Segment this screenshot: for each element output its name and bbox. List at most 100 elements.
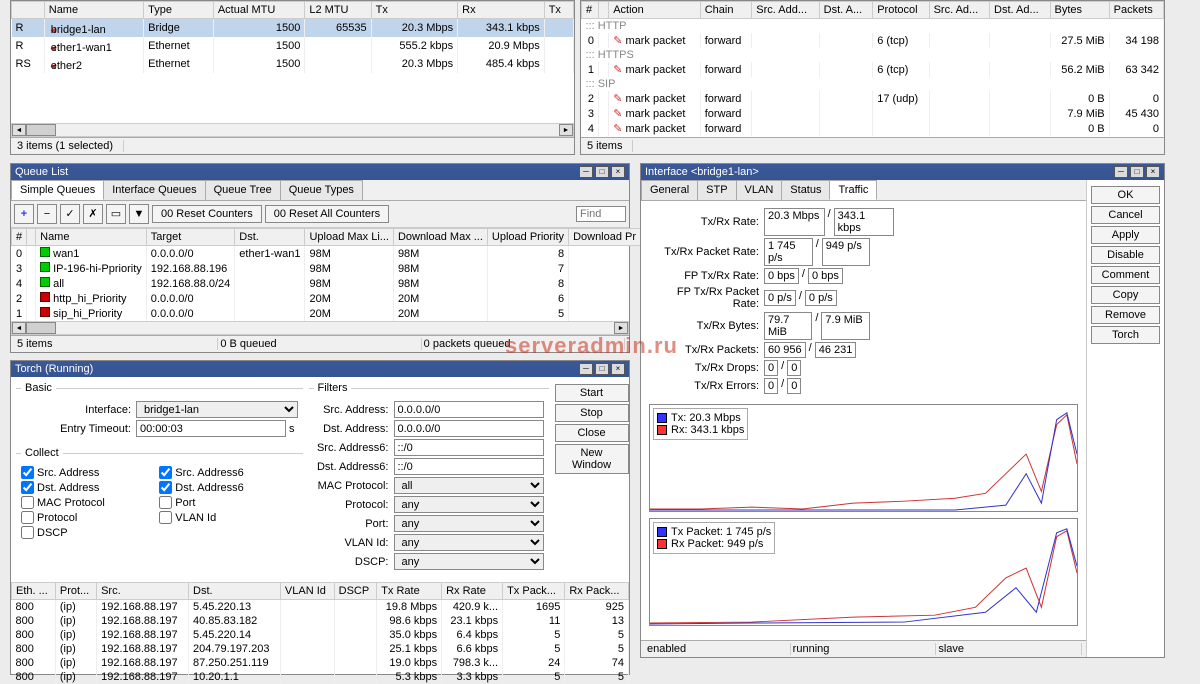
column-header[interactable]: Dst. A... xyxy=(819,2,873,19)
chk-dst-address6[interactable] xyxy=(159,481,172,494)
mangle-row[interactable]: 4✎ mark packetforward0 B0 xyxy=(582,121,1164,136)
maximize-icon[interactable]: □ xyxy=(595,166,609,178)
tab-status[interactable]: Status xyxy=(781,180,830,200)
tab-queue-tree[interactable]: Queue Tree xyxy=(205,180,281,200)
maximize-icon[interactable]: □ xyxy=(1130,166,1144,178)
close-icon[interactable]: × xyxy=(611,166,625,178)
column-header[interactable]: Tx Pack... xyxy=(503,583,565,600)
interfaces-hscroll[interactable]: ◄► xyxy=(11,123,574,137)
chk-port[interactable] xyxy=(159,496,172,509)
chk-dscp[interactable] xyxy=(21,526,34,539)
queue-hscroll[interactable]: ◄► xyxy=(11,321,629,335)
column-header[interactable]: Name xyxy=(36,229,147,246)
torch-row[interactable]: 800(ip)192.168.88.1975.45.220.1435.0 kbp… xyxy=(12,628,629,642)
interface-row[interactable]: RSether2Ethernet150020.3 Mbps485.4 kbps xyxy=(12,55,574,73)
torch-interface-select[interactable]: bridge1-lan xyxy=(136,401,298,418)
column-header[interactable]: Upload Priority xyxy=(487,229,568,246)
column-header[interactable]: L2 MTU xyxy=(305,2,371,19)
torch-row[interactable]: 800(ip)192.168.88.19787.250.251.11919.0 … xyxy=(12,656,629,670)
torch-start-button[interactable]: Start xyxy=(555,384,629,402)
mangle-group-header[interactable]: ::: HTTPS xyxy=(582,48,1164,62)
column-header[interactable] xyxy=(12,2,45,19)
add-button[interactable]: + xyxy=(14,204,34,224)
column-header[interactable]: Dst. xyxy=(189,583,281,600)
tab-queue-types[interactable]: Queue Types xyxy=(280,180,363,200)
remove-button[interactable]: Remove xyxy=(1091,306,1160,324)
column-header[interactable]: Rx Rate xyxy=(442,583,503,600)
column-header[interactable]: Name xyxy=(44,2,143,19)
find-input[interactable] xyxy=(576,206,626,222)
column-header[interactable] xyxy=(599,2,609,19)
mangle-group-header[interactable]: ::: SIP xyxy=(582,77,1164,91)
torch-titlebar[interactable]: Torch (Running) ─□× xyxy=(11,361,629,377)
queue-titlebar[interactable]: Queue List ─□× xyxy=(11,164,629,180)
column-header[interactable]: # xyxy=(582,2,599,19)
column-header[interactable]: Packets xyxy=(1109,2,1163,19)
tab-traffic[interactable]: Traffic xyxy=(829,180,877,200)
torch-close-button[interactable]: Close xyxy=(555,424,629,442)
column-header[interactable]: Eth. ... xyxy=(12,583,56,600)
protocol-select[interactable]: any xyxy=(394,496,544,513)
column-header[interactable]: Rx xyxy=(458,2,545,19)
dst-address6-input[interactable] xyxy=(394,458,544,475)
vlan-select[interactable]: any xyxy=(394,534,544,551)
dst-address-input[interactable] xyxy=(394,420,544,437)
column-header[interactable]: Tx Rate xyxy=(377,583,442,600)
mangle-row[interactable]: 2✎ mark packetforward17 (udp)0 B0 xyxy=(582,91,1164,106)
interface-titlebar[interactable]: Interface <bridge1-lan> ─□× xyxy=(641,164,1164,180)
torch-row[interactable]: 800(ip)192.168.88.19710.20.1.15.3 kbps3.… xyxy=(12,670,629,684)
column-header[interactable]: Rx Pack... xyxy=(565,583,629,600)
mangle-group-header[interactable]: ::: HTTP xyxy=(582,19,1164,34)
column-header[interactable]: Target xyxy=(146,229,235,246)
column-header[interactable]: # xyxy=(12,229,27,246)
column-header[interactable]: Download Pr xyxy=(569,229,641,246)
queue-row[interactable]: 0wan10.0.0.0/0ether1-wan198M98M8 xyxy=(12,246,641,262)
torch-stop-button[interactable]: Stop xyxy=(555,404,629,422)
chk-dst-address[interactable] xyxy=(21,481,34,494)
disable-button[interactable]: ✗ xyxy=(83,204,103,224)
ok-button[interactable]: OK xyxy=(1091,186,1160,204)
dscp-select[interactable]: any xyxy=(394,553,544,570)
column-header[interactable]: Src. Ad... xyxy=(929,2,989,19)
chk-vlan[interactable] xyxy=(159,511,172,524)
column-header[interactable] xyxy=(27,229,36,246)
chk-src-address6[interactable] xyxy=(159,466,172,479)
queue-row[interactable]: 2http_hi_Priority0.0.0.0/020M20M6 xyxy=(12,291,641,306)
column-header[interactable]: Tx xyxy=(371,2,458,19)
torch-row[interactable]: 800(ip)192.168.88.1975.45.220.1319.8 Mbp… xyxy=(12,600,629,615)
apply-button[interactable]: Apply xyxy=(1091,226,1160,244)
column-header[interactable]: VLAN Id xyxy=(280,583,334,600)
mangle-row[interactable]: 1✎ mark packetforward6 (tcp)56.2 MiB63 3… xyxy=(582,62,1164,77)
queue-row[interactable]: 4all192.168.88.0/2498M98M8 xyxy=(12,276,641,291)
column-header[interactable]: Dst. xyxy=(235,229,305,246)
minimize-icon[interactable]: ─ xyxy=(579,166,593,178)
torch-row[interactable]: 800(ip)192.168.88.197204.79.197.20325.1 … xyxy=(12,642,629,656)
column-header[interactable]: Upload Max Li... xyxy=(305,229,393,246)
queue-row[interactable]: 3IP-196-hi-Ppriority192.168.88.19698M98M… xyxy=(12,261,641,276)
column-header[interactable]: Src. Add... xyxy=(752,2,819,19)
interface-row[interactable]: Rether1-wan1Ethernet1500555.2 kbps20.9 M… xyxy=(12,37,574,55)
tab-general[interactable]: General xyxy=(641,180,698,200)
column-header[interactable]: Dst. Ad... xyxy=(990,2,1050,19)
port-select[interactable]: any xyxy=(394,515,544,532)
queue-row[interactable]: 1sip_hi_Priority0.0.0.0/020M20M5 xyxy=(12,306,641,321)
tab-interface-queues[interactable]: Interface Queues xyxy=(103,180,205,200)
enable-button[interactable]: ✓ xyxy=(60,204,80,224)
column-header[interactable]: DSCP xyxy=(334,583,377,600)
column-header[interactable]: Src. xyxy=(97,583,189,600)
chk-protocol[interactable] xyxy=(21,511,34,524)
close-icon[interactable]: × xyxy=(611,363,625,375)
column-header[interactable]: Tx xyxy=(544,2,573,19)
src-address-input[interactable] xyxy=(394,401,544,418)
comment-button[interactable]: ▭ xyxy=(106,204,126,224)
torch-timeout-input[interactable] xyxy=(136,420,286,437)
torch-row[interactable]: 800(ip)192.168.88.19740.85.83.18298.6 kb… xyxy=(12,614,629,628)
column-header[interactable]: Actual MTU xyxy=(213,2,305,19)
mangle-row[interactable]: 0✎ mark packetforward6 (tcp)27.5 MiB34 1… xyxy=(582,33,1164,48)
src-address6-input[interactable] xyxy=(394,439,544,456)
reset-all-counters-button[interactable]: 00 Reset All Counters xyxy=(265,205,389,223)
maximize-icon[interactable]: □ xyxy=(595,363,609,375)
close-icon[interactable]: × xyxy=(1146,166,1160,178)
column-header[interactable]: Bytes xyxy=(1050,2,1109,19)
interface-row[interactable]: Rbridge1-lanBridge15006553520.3 Mbps343.… xyxy=(12,19,574,38)
